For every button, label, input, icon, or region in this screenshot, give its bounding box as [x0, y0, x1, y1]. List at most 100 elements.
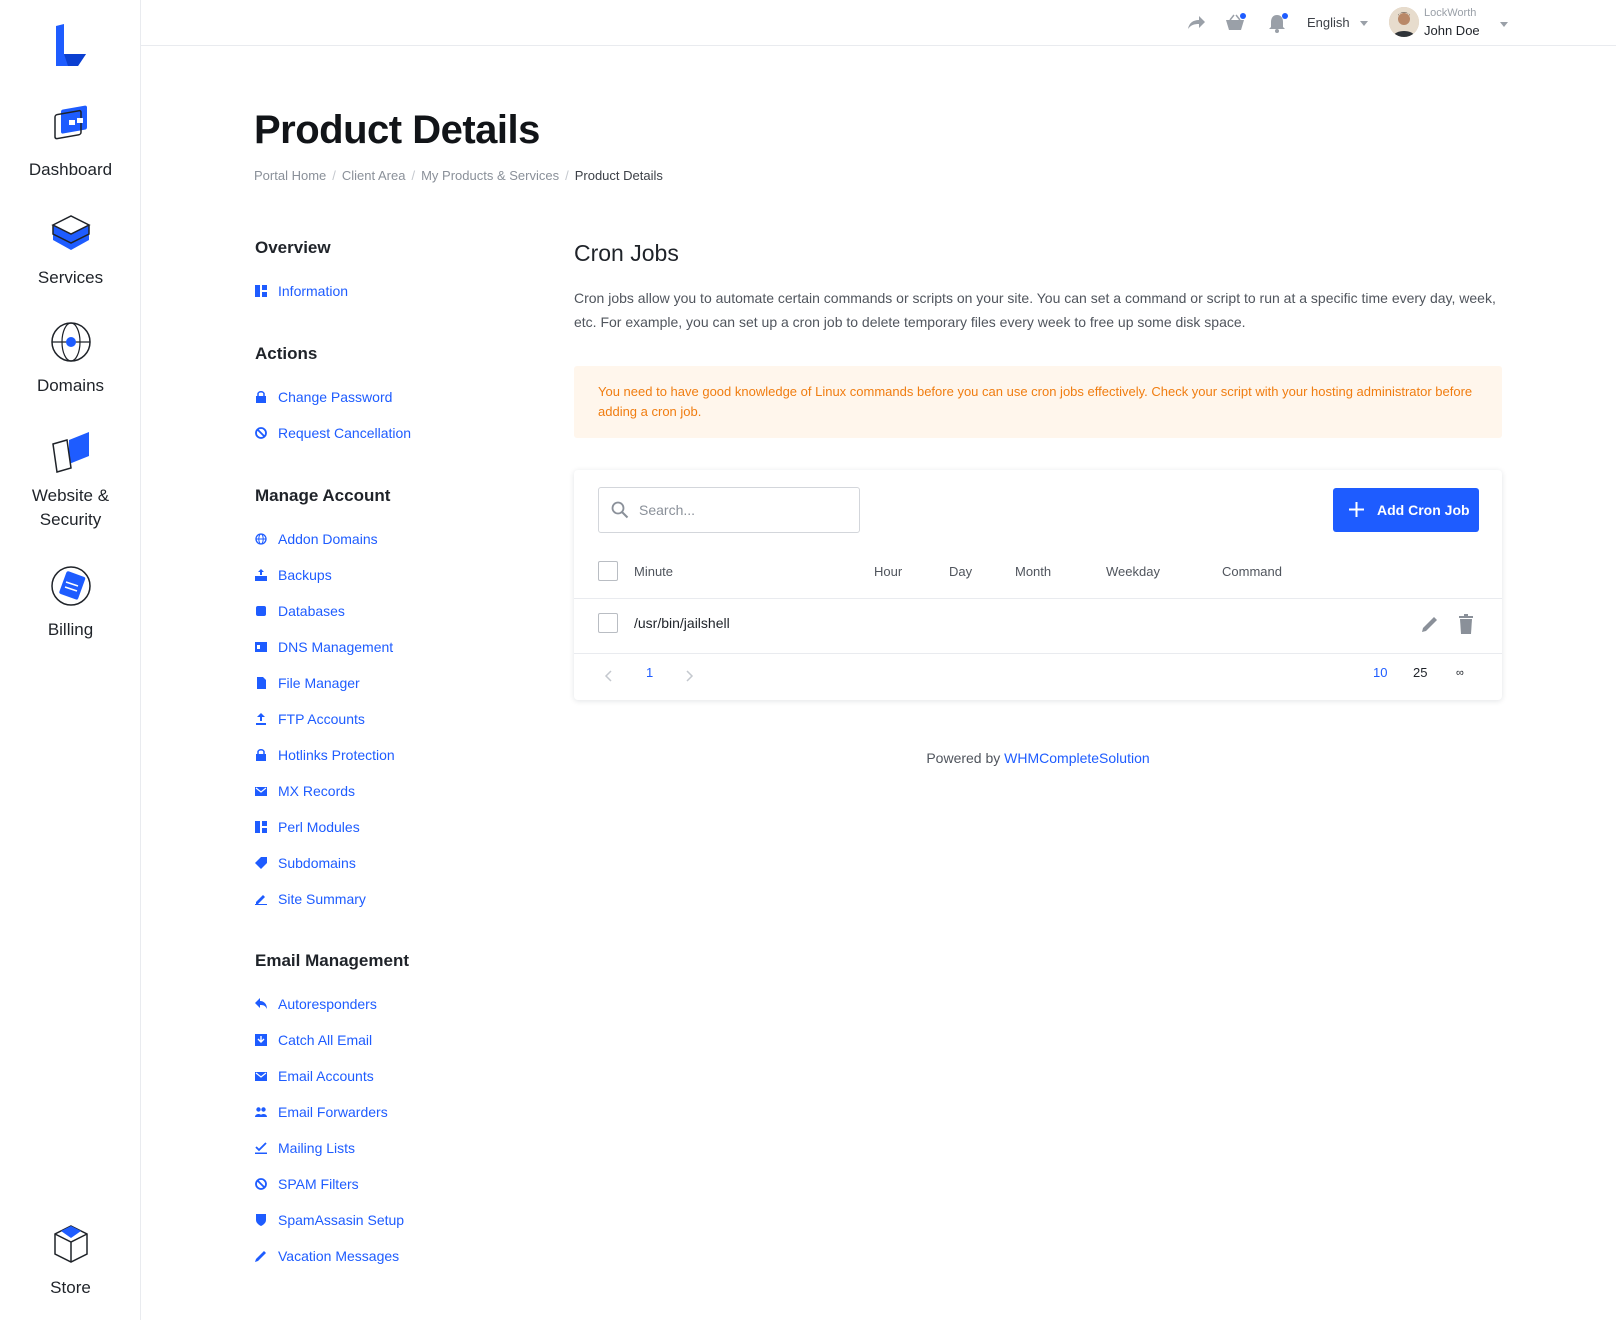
- rail-item-services[interactable]: Services: [0, 212, 141, 290]
- dashboard-icon: [53, 105, 87, 140]
- envelope-icon: [255, 1072, 267, 1081]
- sidebar-item-ftp-accounts[interactable]: FTP Accounts: [255, 711, 365, 727]
- sidebar-item-email-forwarders[interactable]: Email Forwarders: [255, 1104, 388, 1120]
- sidebar-item-change-password[interactable]: Change Password: [255, 389, 392, 405]
- grid-icon: [255, 285, 267, 297]
- sidebar-item-subdomains[interactable]: Subdomains: [255, 855, 356, 871]
- rail-label-website-security-line2: Security: [39, 510, 102, 529]
- sidebar-item-information[interactable]: Information: [255, 283, 348, 299]
- column-header-month[interactable]: Month: [1015, 564, 1051, 579]
- database-icon: [256, 606, 266, 616]
- sidebar-item-autoresponders[interactable]: Autoresponders: [255, 996, 377, 1012]
- sidebar-item-label: Information: [278, 283, 349, 299]
- website-security-icon: [51, 432, 89, 473]
- column-header-minute[interactable]: Minute: [634, 564, 673, 579]
- notification-badge-dot: [1282, 13, 1288, 19]
- rail-label-website-security: Website &: [31, 486, 110, 505]
- reply-icon: [255, 998, 267, 1009]
- sidebar-item-databases[interactable]: Databases: [255, 603, 345, 619]
- search-icon: [611, 501, 629, 519]
- upload-tray-icon: [255, 569, 267, 581]
- search-input[interactable]: [639, 500, 849, 520]
- sidebar-item-file-manager[interactable]: File Manager: [255, 675, 360, 691]
- grid-icon: [255, 821, 267, 833]
- powered-by-link[interactable]: WHMCompleteSolution: [1004, 750, 1150, 766]
- sidebar-item-email-accounts[interactable]: Email Accounts: [255, 1068, 374, 1084]
- row-checkbox[interactable]: [598, 613, 618, 633]
- envelope-icon: [255, 787, 267, 796]
- sidebar-item-site-summary[interactable]: Site Summary: [255, 891, 366, 907]
- top-bar: English LockWorth John Doe: [141, 0, 1616, 46]
- sidebar-item-label: Catch All Email: [278, 1032, 373, 1048]
- breadcrumb-portal-home[interactable]: Portal Home: [254, 168, 326, 183]
- brand-logo[interactable]: [52, 24, 88, 68]
- add-cron-job-label: Add Cron Job: [1377, 502, 1470, 518]
- sidebar-item-label: Addon Domains: [278, 531, 378, 547]
- sidebar-item-label: FTP Accounts: [278, 711, 365, 727]
- pagination-page[interactable]: 1: [646, 665, 653, 680]
- chevron-right-icon[interactable]: [684, 670, 694, 682]
- column-header-weekday[interactable]: Weekday: [1106, 564, 1160, 579]
- column-header-day[interactable]: Day: [949, 564, 972, 579]
- language-selector[interactable]: English: [1307, 15, 1368, 30]
- page-size-10[interactable]: 10: [1373, 665, 1387, 680]
- breadcrumb-client-area[interactable]: Client Area: [342, 168, 406, 183]
- sidebar-item-addon-domains[interactable]: Addon Domains: [255, 531, 378, 547]
- sidebar-item-label: Change Password: [278, 389, 393, 405]
- block-icon: [255, 1178, 267, 1190]
- rail-label-store: Store: [50, 1278, 91, 1297]
- pencil-icon: [255, 1251, 266, 1262]
- share-icon[interactable]: [1185, 12, 1207, 34]
- sidebar-item-label: Autoresponders: [278, 996, 377, 1012]
- page-title: Product Details: [254, 108, 540, 152]
- sidebar-item-spam-filters[interactable]: SPAM Filters: [255, 1176, 359, 1192]
- chevron-left-icon[interactable]: [604, 670, 614, 682]
- sidebar-item-label: DNS Management: [278, 639, 394, 655]
- sidebar-item-mailing-lists[interactable]: Mailing Lists: [255, 1140, 355, 1156]
- rail-item-website-security[interactable]: Website & Security: [0, 430, 141, 532]
- warning-alert: You need to have good knowledge of Linux…: [574, 366, 1502, 438]
- plus-icon: [1349, 502, 1364, 517]
- page-size-25[interactable]: 25: [1413, 665, 1427, 680]
- edit-icon[interactable]: [1419, 613, 1441, 635]
- breadcrumb-current: Product Details: [574, 168, 663, 183]
- sidebar-item-label: Subdomains: [278, 855, 356, 871]
- store-icon: [53, 1225, 88, 1263]
- sidebar-item-perl-modules[interactable]: Perl Modules: [255, 819, 360, 835]
- checklist-icon: [255, 1142, 267, 1154]
- globe-icon: [255, 533, 267, 545]
- user-menu-chevron-icon[interactable]: [1500, 22, 1508, 27]
- rail-item-billing[interactable]: Billing: [0, 564, 141, 642]
- rail-item-dashboard[interactable]: Dashboard: [0, 104, 141, 182]
- language-label: English: [1307, 15, 1350, 30]
- page-size-all[interactable]: ∞: [1456, 667, 1464, 679]
- sidebar-item-vacation-messages[interactable]: Vacation Messages: [255, 1248, 399, 1264]
- rail-item-domains[interactable]: Domains: [0, 320, 141, 398]
- trash-icon[interactable]: [1455, 613, 1477, 635]
- sidebar-item-spamassasin-setup[interactable]: SpamAssasin Setup: [255, 1212, 404, 1228]
- sidebar-item-label: File Manager: [278, 675, 360, 691]
- sidebar-heading-manage-account: Manage Account: [255, 486, 391, 505]
- select-all-checkbox[interactable]: [598, 561, 618, 581]
- sidebar-item-dns-management[interactable]: DNS Management: [255, 639, 393, 655]
- sidebar-item-mx-records[interactable]: MX Records: [255, 783, 355, 799]
- domains-icon: [50, 322, 91, 362]
- add-cron-job-button[interactable]: Add Cron Job: [1333, 488, 1479, 532]
- column-header-command[interactable]: Command: [1222, 564, 1282, 579]
- breadcrumb-my-products[interactable]: My Products & Services: [421, 168, 559, 183]
- sidebar-item-hotlinks-protection[interactable]: Hotlinks Protection: [255, 747, 395, 763]
- user-name[interactable]: John Doe: [1424, 23, 1480, 38]
- column-header-hour[interactable]: Hour: [874, 564, 902, 579]
- sidebar-heading-actions: Actions: [255, 344, 318, 363]
- sidebar-heading-overview: Overview: [255, 238, 331, 257]
- sidebar-item-backups[interactable]: Backups: [255, 567, 332, 583]
- footer-powered-by: Powered by WHMCompleteSolution: [574, 750, 1502, 766]
- rail-item-store[interactable]: Store: [0, 1222, 141, 1300]
- search-field[interactable]: [598, 487, 860, 533]
- sidebar-item-label: SPAM Filters: [278, 1176, 359, 1192]
- sidebar-item-request-cancellation[interactable]: Request Cancellation: [255, 425, 411, 441]
- avatar[interactable]: [1389, 7, 1419, 37]
- sidebar-item-catch-all-email[interactable]: Catch All Email: [255, 1032, 372, 1048]
- file-icon: [257, 677, 266, 689]
- sidebar-item-label: Perl Modules: [278, 819, 360, 835]
